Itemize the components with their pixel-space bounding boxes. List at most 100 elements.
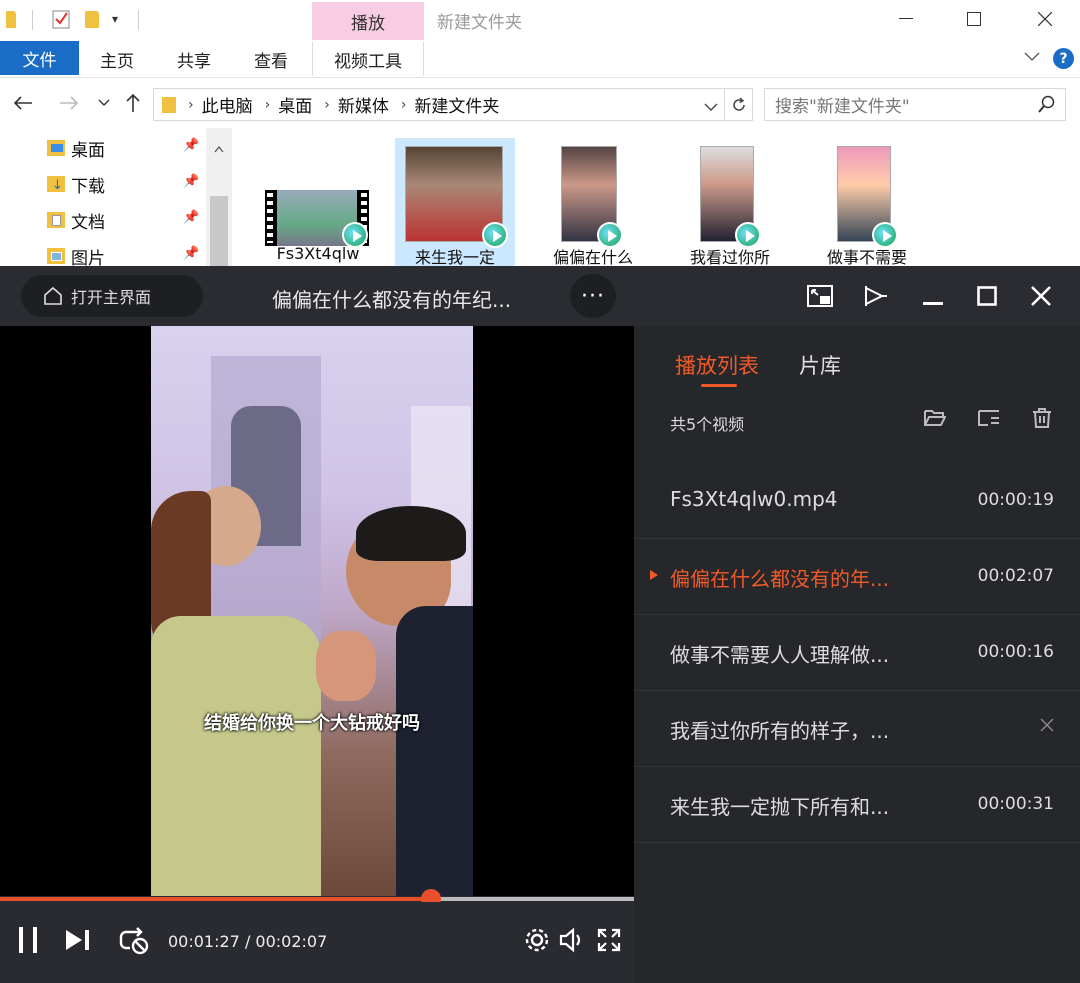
mini-mode-icon[interactable] [804,280,836,312]
nav-item-label: 文档 [71,212,105,233]
playlist-item-name: Fs3Xt4qlw0.mp4 [670,487,838,511]
folder-icon [6,9,24,29]
file-item[interactable]: 偏偏在什么 [533,138,653,266]
tab-home[interactable]: 主页 [88,42,146,76]
active-tab-indicator [701,384,737,387]
forward-button[interactable] [56,90,82,116]
video-viewport[interactable]: 结婚给你换一个大钻戒好吗 [0,326,634,896]
customize-toolbar-icon[interactable]: ▾ [112,12,130,32]
chevron-right-icon: › [264,96,271,113]
playlist-item-name: 偏偏在什么都没有的年... [670,567,890,591]
pin-icon[interactable]: 📌 [183,138,199,153]
recent-locations-button[interactable] [91,90,117,116]
remove-item-icon[interactable] [1040,713,1054,738]
tab-library[interactable]: 片库 [799,350,841,380]
playlist-item[interactable]: 做事不需要人人理解做... 00:00:16 [634,615,1080,691]
file-item[interactable]: Fs3Xt4qlw [258,138,378,266]
ribbon-expand-icon[interactable] [1024,50,1040,66]
pin-icon[interactable]: 📌 [183,174,199,189]
address-bar[interactable]: › 此电脑 › 桌面 › 新媒体 › 新建文件夹 [153,88,753,121]
download-folder-icon: ↓ [47,175,65,193]
playlist-item-duration: 00:00:31 [977,794,1054,814]
breadcrumb-this-pc[interactable]: 此电脑 [202,92,253,117]
breadcrumb-new-media[interactable]: 新媒体 [338,92,389,117]
ribbon-tabs: 文件 主页 共享 查看 视频工具 ? [0,40,1080,78]
scroll-thumb[interactable] [210,196,228,266]
open-home-button[interactable]: 打开主界面 [21,275,203,317]
playlist-item-playing[interactable]: 偏偏在什么都没有的年... 00:02:07 [634,539,1080,615]
desktop-folder-icon [47,139,65,157]
home-icon [44,286,62,305]
tab-file[interactable]: 文件 [0,41,79,75]
window-title: 新建文件夹 [437,13,522,33]
file-item[interactable]: 我看过你所 [670,138,790,266]
pin-icon[interactable]: 📌 [183,210,199,225]
playlist-item[interactable]: Fs3Xt4qlw0.mp4 00:00:19 [634,463,1080,539]
context-tab-label: 播放 [312,2,424,40]
video-player-window: 打开主界面 偏偏在什么都没有的年纪... ··· 结婚给你换一个大钻戒好吗 00… [0,266,1080,983]
file-name: Fs3Xt4qlw [276,244,360,263]
maximize-button[interactable] [950,4,998,34]
time-display: 00:01:27 / 00:02:07 [168,932,328,951]
playlist-item[interactable]: 来生我一定抛下所有和... 00:00:31 [634,767,1080,843]
chevron-down-icon[interactable] [704,97,718,116]
back-button[interactable] [10,90,36,116]
file-name: 做事不需要 [826,248,907,266]
settings-icon[interactable] [521,924,553,956]
tab-playlist[interactable]: 播放列表 [675,350,759,380]
minimize-button[interactable] [882,4,930,34]
documents-folder-icon [47,211,65,229]
tab-view[interactable]: 查看 [242,42,300,76]
chevron-right-icon: › [324,96,330,113]
file-item[interactable]: 做事不需要 [807,138,927,266]
breadcrumb-desktop[interactable]: 桌面 [278,92,312,117]
pin-icon[interactable]: 📌 [183,246,199,261]
nav-item-label: 下载 [71,176,105,197]
help-icon[interactable]: ? [1053,48,1074,69]
sort-list-icon[interactable] [977,406,1001,430]
trash-icon[interactable] [1030,406,1054,430]
chevron-right-icon: › [400,96,407,113]
maximize-icon[interactable] [971,280,1003,312]
title-bar: ▾ 播放 新建文件夹 [0,0,1080,40]
navigation-pane: 桌面 📌 ↓ 下载 📌 文档 📌 图片 📌 [0,128,234,269]
volume-icon[interactable] [556,924,588,956]
new-folder-icon[interactable] [85,9,103,29]
nav-item-label: 桌面 [71,140,105,161]
refresh-icon[interactable] [724,89,752,120]
minimize-icon[interactable] [917,280,949,312]
folder-icon [162,96,176,113]
properties-icon[interactable] [52,9,70,29]
file-item[interactable]: 来生我一定 [395,138,515,266]
playlist-item-duration: 00:00:16 [977,642,1054,662]
close-icon[interactable] [1025,280,1057,312]
search-icon[interactable] [1038,95,1056,117]
open-home-label: 打开主界面 [71,288,152,307]
open-folder-icon[interactable] [923,406,947,430]
loop-mode-icon[interactable] [118,924,150,956]
divider [138,10,139,30]
breadcrumb-new-folder[interactable]: 新建文件夹 [414,92,499,117]
next-button[interactable] [62,924,94,956]
playlist-item-name: 做事不需要人人理解做... [670,643,890,667]
pin-on-top-icon[interactable] [859,280,891,312]
pause-button[interactable] [12,924,44,956]
file-name: 我看过你所 [689,248,770,266]
video-frame-image: 结婚给你换一个大钻戒好吗 [151,326,473,896]
tab-share[interactable]: 共享 [165,42,223,76]
tab-video-tools[interactable]: 视频工具 [312,42,424,76]
more-options-button[interactable]: ··· [570,274,616,318]
player-title: 偏偏在什么都没有的年纪... [272,288,512,312]
scroll-up-icon[interactable] [214,138,224,157]
video-subtitle: 结婚给你换一个大钻戒好吗 [204,713,420,734]
address-row: › 此电脑 › 桌面 › 新媒体 › 新建文件夹 搜索"新建文件夹" [0,80,1080,128]
close-button[interactable] [1021,4,1069,34]
search-input[interactable]: 搜索"新建文件夹" [764,88,1066,121]
fullscreen-icon[interactable] [593,924,625,956]
now-playing-icon [650,570,658,580]
navigation-scrollbar[interactable] [206,128,232,266]
playlist-item-hovered[interactable]: 我看过你所有的样子，... [634,691,1080,767]
divider [32,10,33,30]
pictures-folder-icon [47,247,65,265]
up-button[interactable] [120,90,146,116]
